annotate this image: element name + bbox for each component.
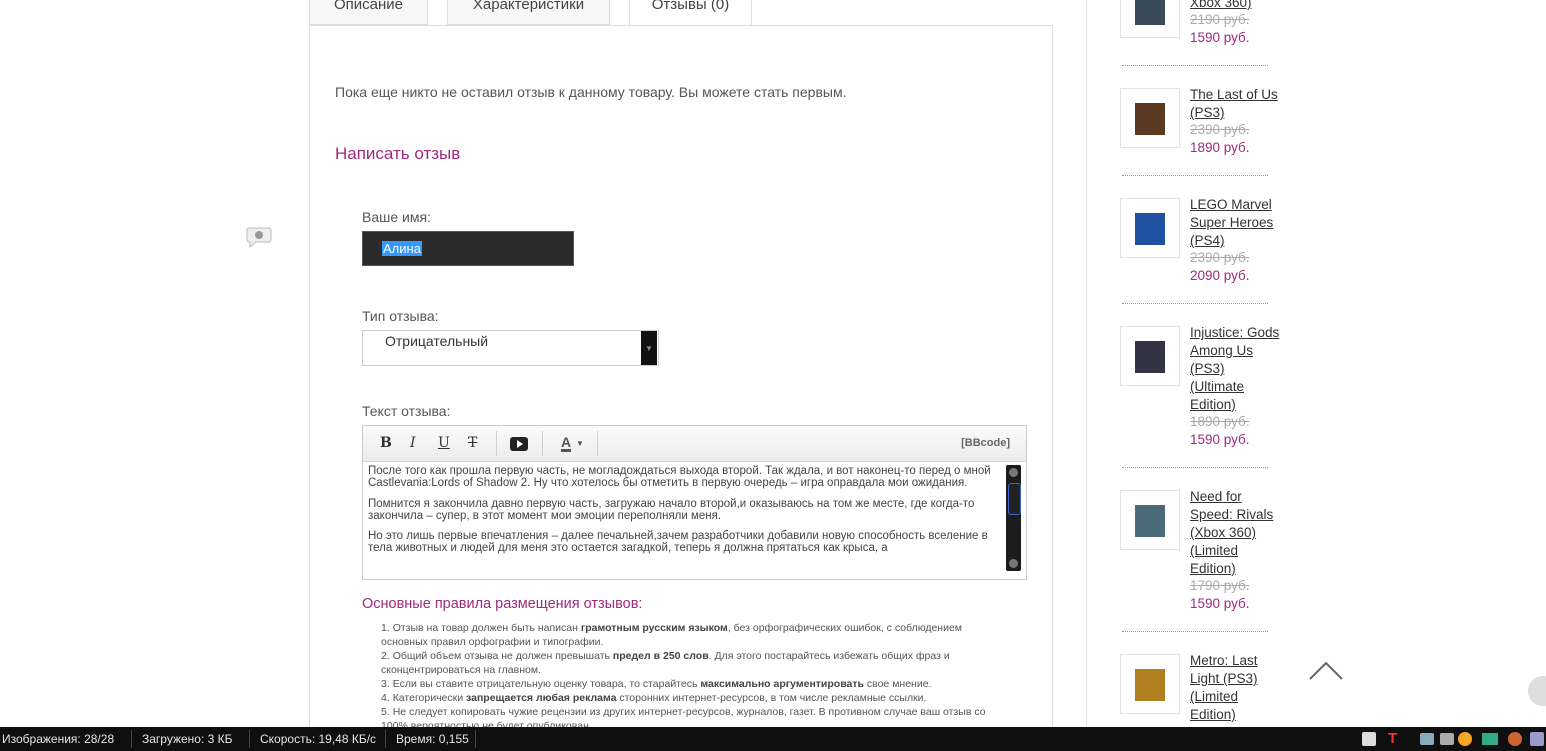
product-thumbnail[interactable] (1120, 326, 1180, 386)
name-input[interactable]: Алина (362, 231, 574, 266)
product-thumbnail[interactable] (1120, 654, 1180, 714)
font-color-button[interactable]: A (561, 435, 572, 452)
product-link[interactable]: Xbox 360) (1190, 0, 1280, 12)
product-thumbnail[interactable] (1120, 88, 1180, 148)
product-link[interactable]: Need for Speed: Rivals (Xbox 360) (Limit… (1190, 488, 1280, 578)
translate-icon[interactable]: T (1388, 730, 1397, 747)
toolbar-separator (597, 431, 598, 456)
italic-button[interactable]: I (410, 435, 416, 451)
toolbar-separator (496, 431, 497, 456)
load-speed: Скорость: 19,48 КБ/с (260, 732, 377, 746)
divider (1122, 631, 1268, 632)
old-price: 1790 руб. (1190, 578, 1250, 593)
status-separator (475, 730, 476, 748)
tab-reviews[interactable]: Отзывы (0) (629, 0, 752, 26)
old-price: 2390 руб. (1190, 250, 1250, 265)
tab-specs[interactable]: Характеристики (447, 0, 610, 25)
video-icon[interactable] (510, 437, 528, 456)
old-price: 2390 руб. (1190, 122, 1250, 137)
divider (1122, 303, 1268, 304)
game-cover-image (1135, 669, 1165, 701)
product-link[interactable]: Injustice: Gods Among Us (PS3) (Ultimate… (1190, 324, 1280, 414)
no-reviews-text: Пока еще никто не оставил отзыв к данном… (335, 84, 847, 100)
new-price: 1890 руб. (1190, 140, 1250, 155)
review-type-label: Тип отзыва: (362, 308, 439, 324)
loaded-size: Загружено: 3 КБ (142, 732, 233, 746)
review-type-value: Отрицательный (385, 333, 489, 349)
status-separator (385, 730, 386, 748)
extension-icon[interactable] (1482, 733, 1498, 745)
extension-icon[interactable] (1440, 733, 1454, 745)
name-label: Ваше имя: (362, 209, 431, 225)
product-thumbnail[interactable] (1120, 198, 1180, 258)
bbcode-toggle[interactable]: [BBcode] (961, 437, 1010, 449)
old-price: 2190 руб. (1190, 12, 1250, 27)
rule-item: 3. Если вы ставите отрицательную оценку … (381, 678, 932, 690)
divider (1122, 65, 1268, 66)
product-link[interactable]: LEGO Marvel Super Heroes (PS4) (1190, 196, 1280, 250)
side-widget-icon[interactable] (1528, 676, 1546, 706)
chat-bubble-icon[interactable] (246, 226, 272, 253)
bold-button[interactable]: B (380, 435, 392, 451)
game-cover-image (1135, 103, 1165, 135)
extension-icon[interactable] (1420, 733, 1434, 745)
status-separator (131, 730, 132, 748)
write-review-heading: Написать отзыв (335, 144, 461, 163)
new-price: 2090 руб. (1190, 268, 1250, 283)
tab-description[interactable]: Описание (309, 0, 428, 25)
review-paragraph: Помнится я закончила давно первую часть,… (368, 497, 975, 522)
column-divider (1086, 0, 1087, 727)
review-paragraph: Но это лишь первые впечатления – далее п… (368, 530, 988, 555)
product-link[interactable]: The Last of Us (PS3) (1190, 86, 1280, 122)
tab-label: Отзывы (0) (651, 0, 730, 13)
status-separator (249, 730, 250, 748)
textarea-scrollbar[interactable] (1006, 465, 1021, 571)
new-price: 1590 руб. (1190, 30, 1250, 45)
review-textarea[interactable]: После того как прошла первую часть, не м… (368, 465, 998, 578)
old-price: 1890 руб. (1190, 414, 1250, 429)
chevron-down-icon[interactable]: ▼ (576, 439, 584, 448)
product-link[interactable]: Metro: Last Light (PS3) (Limited Edition… (1190, 652, 1280, 724)
rule-item: 2. Общий объем отзыва не должен превышат… (381, 650, 950, 676)
tab-label: Описание (333, 0, 404, 13)
tab-label: Характеристики (472, 0, 585, 13)
load-time: Время: 0,155 (396, 732, 469, 746)
extension-icon[interactable] (1530, 732, 1544, 746)
browser-status-bar: Изображения: 28/28 Загружено: 3 КБ Скоро… (0, 727, 1546, 751)
rules-heading: Основные правила размещения отзывов: (362, 596, 643, 612)
review-type-select[interactable]: Отрицательный ▼ (362, 330, 659, 366)
chevron-down-icon[interactable]: ▼ (641, 331, 657, 365)
smiley-icon[interactable] (1458, 732, 1472, 746)
review-text-label: Текст отзыва: (362, 403, 451, 419)
strikethrough-button[interactable]: T (468, 435, 477, 451)
images-count: Изображения: 28/28 (2, 732, 115, 746)
game-cover-image (1135, 341, 1165, 373)
editor-toolbar: B I U T A ▼ [BBcode] (363, 426, 1026, 462)
divider (1122, 467, 1268, 468)
rule-item: 1. Отзыв на товар должен быть написан гр… (381, 622, 963, 648)
new-price: 1590 руб. (1190, 596, 1250, 611)
divider (1122, 175, 1268, 176)
name-value: Алина (382, 241, 422, 256)
rule-item: 4. Категорически запрещается любая рекла… (381, 692, 927, 704)
scroll-up-icon[interactable] (1009, 468, 1018, 477)
product-thumbnail[interactable] (1120, 490, 1180, 550)
scroll-thumb[interactable] (1008, 483, 1021, 515)
underline-button[interactable]: U (438, 435, 450, 451)
extension-icon[interactable] (1508, 732, 1522, 746)
scroll-down-icon[interactable] (1009, 559, 1018, 568)
game-cover-image (1135, 505, 1165, 537)
new-price: 1590 руб. (1190, 432, 1250, 447)
game-cover-image (1135, 213, 1165, 245)
rules-list: 1. Отзыв на товар должен быть написан гр… (381, 621, 1011, 733)
scroll-to-top-icon[interactable] (1308, 660, 1344, 687)
product-thumbnail[interactable] (1120, 0, 1180, 38)
toolbar-separator (542, 431, 543, 456)
game-cover-image (1135, 0, 1165, 25)
extension-icon[interactable] (1362, 732, 1376, 746)
review-paragraph: После того как прошла первую часть, не м… (368, 465, 991, 490)
review-editor: B I U T A ▼ [BBcode] После того как прош… (362, 425, 1027, 580)
